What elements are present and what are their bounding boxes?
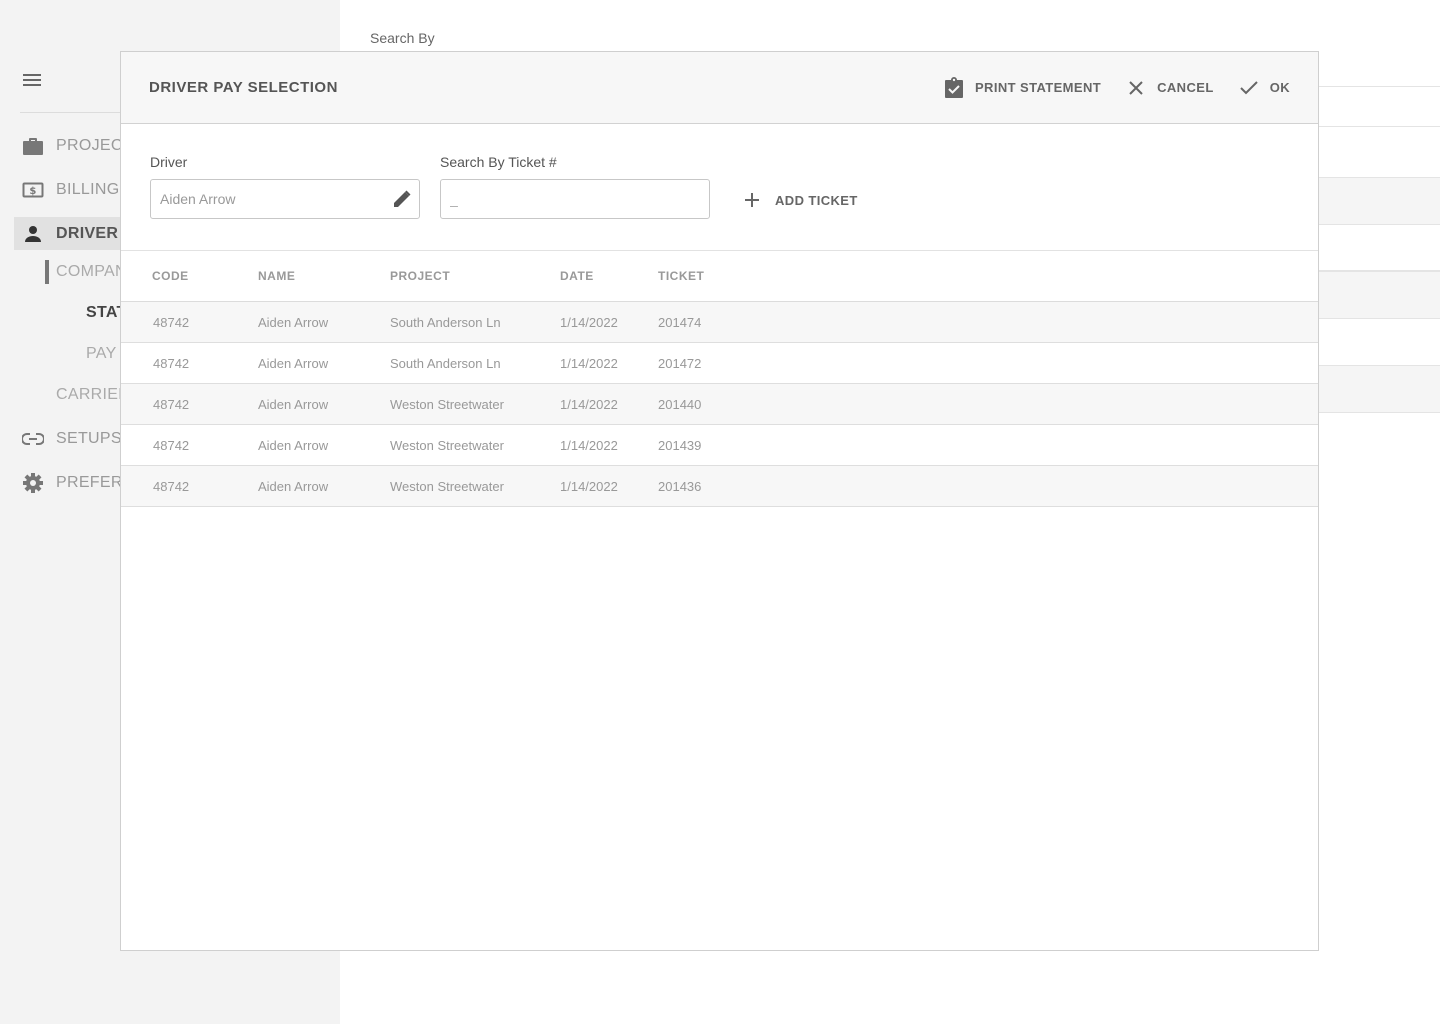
cell-code: 48742 bbox=[153, 479, 190, 494]
billing-icon: $ bbox=[22, 179, 44, 201]
cell-ticket: 201474 bbox=[658, 315, 702, 330]
print-statement-label: PRINT STATEMENT bbox=[974, 80, 1102, 95]
column-header-project[interactable]: PROJECT bbox=[390, 269, 450, 283]
ticket-search-field bbox=[440, 179, 710, 219]
plus-icon bbox=[742, 190, 762, 210]
cancel-button[interactable]: CANCEL bbox=[1125, 77, 1214, 99]
cell-name: Aiden Arrow bbox=[258, 438, 329, 453]
cell-code: 48742 bbox=[153, 315, 190, 330]
table-row[interactable]: 48742 Aiden Arrow Weston Streetwater 1/1… bbox=[121, 384, 1318, 425]
sidebar-item-label: PREFERI bbox=[56, 473, 128, 491]
driver-input[interactable] bbox=[151, 180, 382, 218]
table-body: 48742 Aiden Arrow South Anderson Ln 1/14… bbox=[121, 302, 1318, 507]
dialog-form: Driver Search By Ticket # ADD TICKET bbox=[121, 124, 1318, 251]
dialog-header: DRIVER PAY SELECTION PRINT STATEMENT CAN… bbox=[121, 52, 1318, 124]
ticket-search-label: Search By Ticket # bbox=[440, 154, 557, 170]
cell-code: 48742 bbox=[153, 397, 190, 412]
cell-project: Weston Streetwater bbox=[390, 438, 504, 453]
sidebar-subitem-carrier[interactable]: CARRIER bbox=[56, 386, 130, 404]
ticket-search-input[interactable] bbox=[441, 180, 672, 218]
person-icon bbox=[22, 223, 44, 245]
add-ticket-label: ADD TICKET bbox=[775, 192, 858, 208]
cell-project: Weston Streetwater bbox=[390, 397, 504, 412]
sidebar-subitem-company[interactable]: COMPAN bbox=[56, 263, 127, 281]
gear-icon bbox=[22, 472, 44, 494]
cell-project: South Anderson Ln bbox=[390, 356, 501, 371]
briefcase-icon bbox=[22, 135, 44, 157]
ok-label: OK bbox=[1269, 80, 1290, 95]
ok-button[interactable]: OK bbox=[1238, 77, 1290, 99]
cancel-label: CANCEL bbox=[1157, 80, 1214, 95]
column-header-name[interactable]: NAME bbox=[258, 269, 295, 283]
cell-ticket: 201440 bbox=[658, 397, 702, 412]
check-icon bbox=[1238, 77, 1260, 99]
close-icon bbox=[1125, 77, 1147, 99]
cell-date: 1/14/2022 bbox=[560, 356, 618, 371]
cell-date: 1/14/2022 bbox=[560, 397, 618, 412]
dialog-actions: PRINT STATEMENT CANCEL OK bbox=[919, 52, 1290, 123]
search-by-label: Search By bbox=[370, 30, 435, 46]
hamburger-menu-icon[interactable] bbox=[22, 70, 42, 90]
edit-pencil-icon[interactable] bbox=[391, 188, 413, 210]
column-header-code[interactable]: CODE bbox=[152, 269, 189, 283]
cell-ticket: 201472 bbox=[658, 356, 702, 371]
table-row[interactable]: 48742 Aiden Arrow Weston Streetwater 1/1… bbox=[121, 466, 1318, 507]
cell-date: 1/14/2022 bbox=[560, 479, 618, 494]
cell-name: Aiden Arrow bbox=[258, 479, 329, 494]
clipboard-check-icon bbox=[943, 76, 965, 99]
column-header-ticket[interactable]: TICKET bbox=[658, 269, 704, 283]
driver-pay-selection-dialog: DRIVER PAY SELECTION PRINT STATEMENT CAN… bbox=[120, 51, 1319, 951]
column-header-date[interactable]: DATE bbox=[560, 269, 594, 283]
cell-project: South Anderson Ln bbox=[390, 315, 501, 330]
print-statement-button[interactable]: PRINT STATEMENT bbox=[943, 76, 1102, 99]
cell-project: Weston Streetwater bbox=[390, 479, 504, 494]
table-row[interactable]: 48742 Aiden Arrow South Anderson Ln 1/14… bbox=[121, 302, 1318, 343]
table-header: CODE NAME PROJECT DATE TICKET bbox=[121, 251, 1318, 302]
svg-text:$: $ bbox=[29, 186, 36, 197]
table-row[interactable]: 48742 Aiden Arrow South Anderson Ln 1/14… bbox=[121, 343, 1318, 384]
cell-code: 48742 bbox=[153, 356, 190, 371]
cell-date: 1/14/2022 bbox=[560, 438, 618, 453]
link-icon bbox=[22, 428, 44, 450]
table-row[interactable]: 48742 Aiden Arrow Weston Streetwater 1/1… bbox=[121, 425, 1318, 466]
active-sub-indicator bbox=[45, 260, 49, 284]
cell-name: Aiden Arrow bbox=[258, 397, 329, 412]
cell-name: Aiden Arrow bbox=[258, 356, 329, 371]
cell-ticket: 201436 bbox=[658, 479, 702, 494]
dialog-title: DRIVER PAY SELECTION bbox=[149, 79, 338, 96]
cell-date: 1/14/2022 bbox=[560, 315, 618, 330]
sidebar-item-label: DRIVER I bbox=[56, 224, 128, 242]
sidebar-item-label: SETUPS bbox=[56, 429, 122, 447]
add-ticket-button[interactable]: ADD TICKET bbox=[742, 190, 858, 210]
driver-label: Driver bbox=[150, 154, 188, 170]
cell-code: 48742 bbox=[153, 438, 190, 453]
cell-ticket: 201439 bbox=[658, 438, 702, 453]
driver-field bbox=[150, 179, 420, 219]
sidebar-item-label: BILLING bbox=[56, 180, 120, 198]
cell-name: Aiden Arrow bbox=[258, 315, 329, 330]
